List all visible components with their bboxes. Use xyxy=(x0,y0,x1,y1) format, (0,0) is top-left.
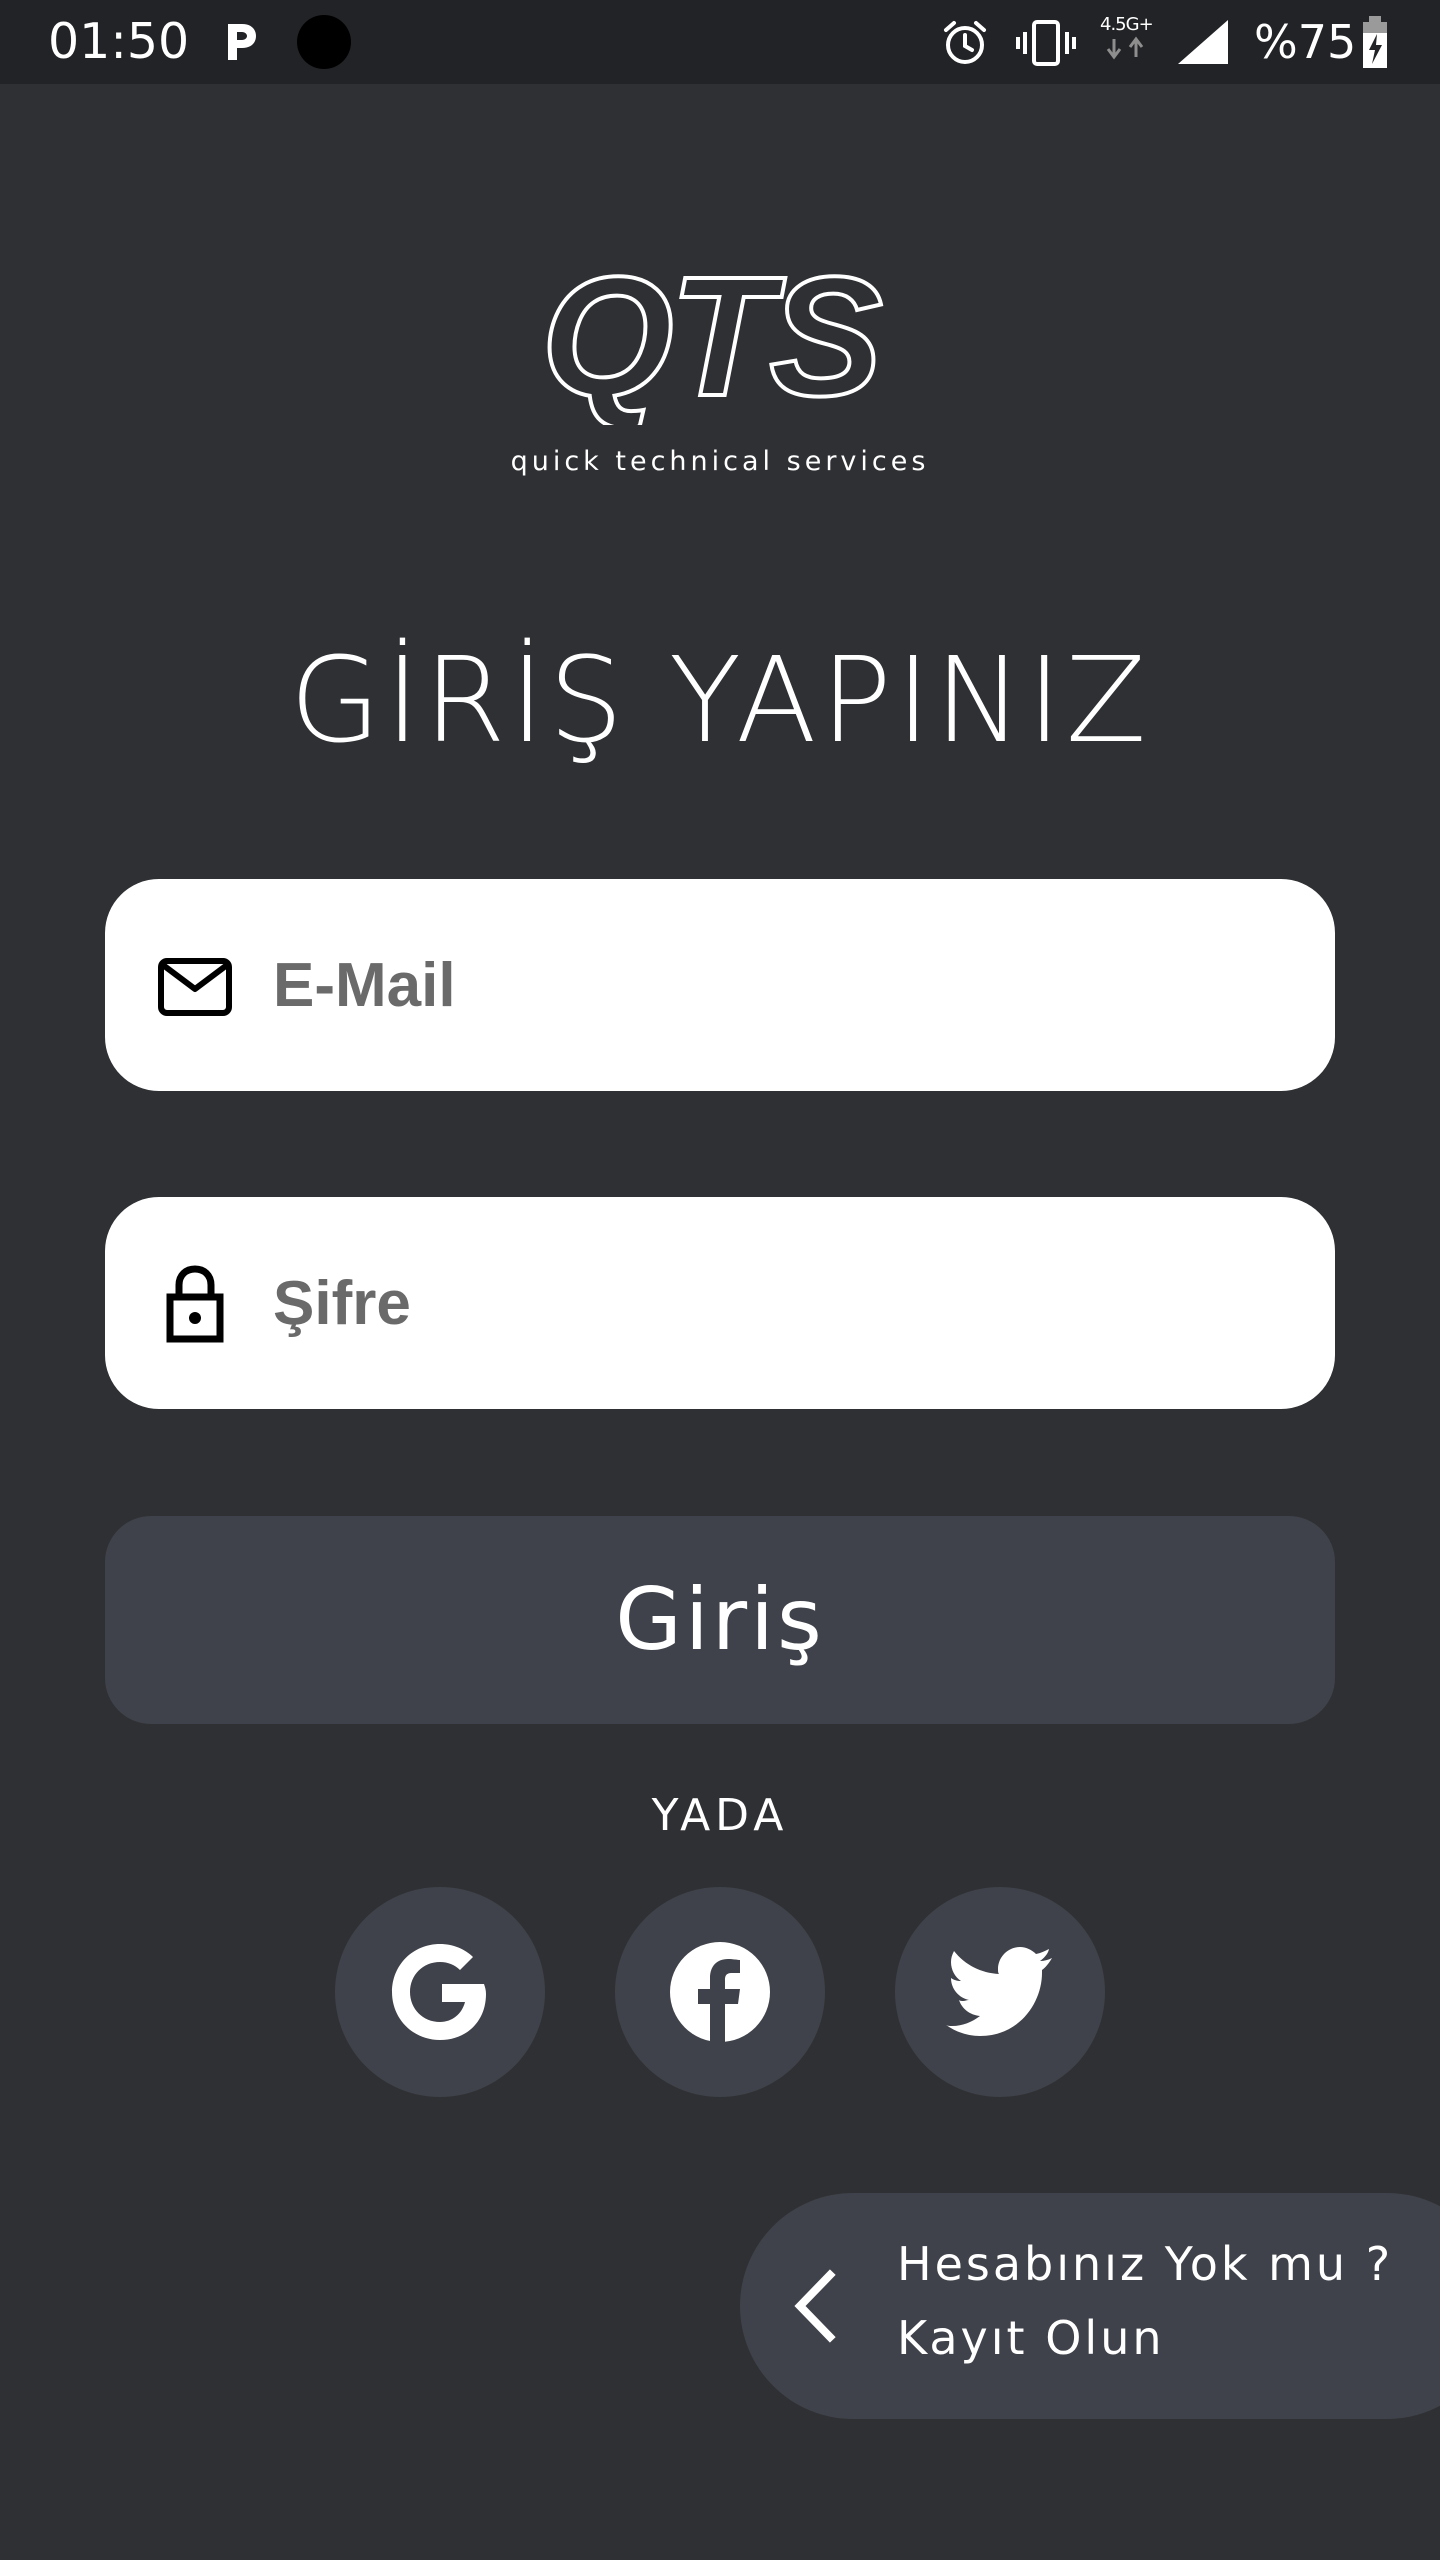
password-input[interactable] xyxy=(273,1253,1273,1353)
p-notification-icon xyxy=(228,24,256,60)
vibrate-icon xyxy=(1016,20,1076,66)
google-login-button[interactable] xyxy=(335,1887,545,2097)
or-label: YADA xyxy=(651,1790,789,1841)
register-button[interactable]: Hesabınız Yok mu ? Kayıt Olun xyxy=(740,2193,1440,2419)
qts-logo: QTS xyxy=(539,255,887,425)
battery-charging-icon xyxy=(1363,16,1387,68)
status-bar: 01:50 4.5G+ %75 xyxy=(0,0,1440,84)
register-prompt: Hesabınız Yok mu ? xyxy=(897,2237,1394,2291)
facebook-login-button[interactable] xyxy=(615,1887,825,2097)
email-input[interactable] xyxy=(273,935,1273,1035)
login-button[interactable]: Giriş xyxy=(105,1516,1335,1724)
signal-icon xyxy=(1178,20,1228,64)
chevron-left-icon xyxy=(794,2269,836,2343)
twitter-login-button[interactable] xyxy=(895,1887,1105,2097)
twitter-icon xyxy=(946,1947,1052,2036)
email-field[interactable] xyxy=(105,879,1335,1091)
network-4g-icon: 4.5G+ xyxy=(1100,14,1154,70)
logo-wordmark: QTS xyxy=(541,255,881,425)
alarm-icon xyxy=(944,21,986,64)
login-screen: 01:50 4.5G+ %75 QTS quick technical serv… xyxy=(0,0,1440,2560)
lock-icon xyxy=(166,1265,224,1343)
password-field[interactable] xyxy=(105,1197,1335,1409)
page-title: GİRİŞ YAPINIZ xyxy=(289,631,1151,769)
logo-tagline: quick technical services xyxy=(510,446,930,477)
facebook-icon xyxy=(670,1942,770,2042)
status-time: 01:50 xyxy=(48,13,190,70)
google-icon xyxy=(392,1944,486,2040)
dot-notification-icon xyxy=(297,15,351,69)
mail-icon xyxy=(158,958,232,1016)
register-link: Kayıt Olun xyxy=(897,2311,1165,2365)
battery-percentage: %75 xyxy=(1254,15,1357,69)
